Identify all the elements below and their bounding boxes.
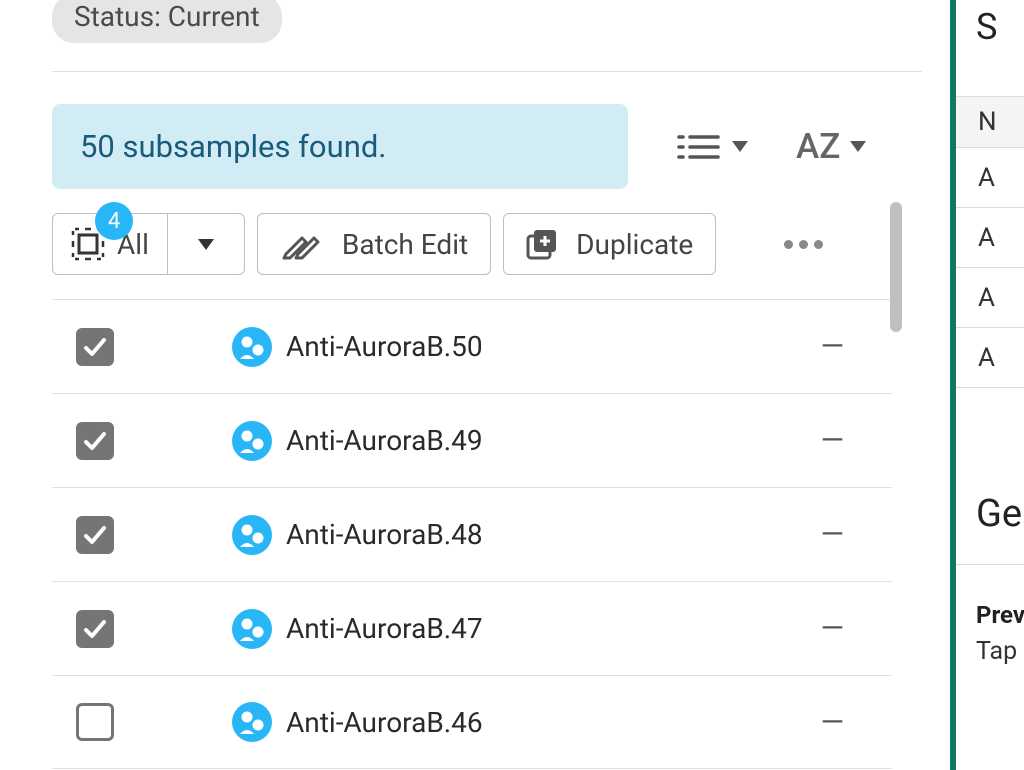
chevron-down-icon <box>198 239 214 250</box>
row-checkbox[interactable] <box>76 703 114 741</box>
item-name: Anti-AuroraB.50 <box>286 330 483 363</box>
dot-icon <box>799 240 808 249</box>
duplicate-button[interactable]: Duplicate <box>503 213 716 275</box>
side-section-title: Ge <box>956 492 1024 536</box>
check-icon <box>82 334 108 360</box>
more-actions-button[interactable] <box>784 240 823 249</box>
selection-count-badge: 4 <box>95 202 133 240</box>
list-item[interactable]: Anti-AuroraB.47 — <box>52 581 892 675</box>
results-banner: 50 subsamples found. <box>52 104 628 189</box>
side-heading: S <box>956 0 1024 48</box>
side-tap-text: Tap <box>956 637 1024 666</box>
side-table-header: N <box>956 96 1024 148</box>
check-icon <box>82 428 108 454</box>
list-item[interactable]: Anti-AuroraB.49 — <box>52 393 892 487</box>
sort-label: AZ <box>796 126 840 167</box>
side-table-row[interactable]: A <box>956 208 1024 268</box>
row-checkbox[interactable] <box>76 516 114 554</box>
duplicate-label: Duplicate <box>576 228 693 261</box>
toolbar: 4 <box>52 213 920 275</box>
list-item[interactable]: Anti-AuroraB.50 — <box>52 299 892 393</box>
side-table-row[interactable]: A <box>956 268 1024 328</box>
scrollbar-thumb[interactable] <box>890 202 902 332</box>
subsample-icon <box>232 609 272 649</box>
list-item[interactable]: Anti-AuroraB.48 — <box>52 487 892 581</box>
item-value: — <box>821 611 844 646</box>
scrollbar[interactable] <box>890 202 902 762</box>
chevron-down-icon <box>732 141 748 152</box>
side-table: N AAAA <box>956 96 1024 388</box>
divider <box>956 564 1024 565</box>
side-prev-label: Prev <box>956 601 1024 629</box>
item-value: — <box>821 329 844 364</box>
batch-edit-button[interactable]: Batch Edit <box>257 213 491 275</box>
chevron-down-icon <box>850 141 866 152</box>
item-name: Anti-AuroraB.46 <box>286 706 483 739</box>
row-checkbox[interactable] <box>76 610 114 648</box>
item-value: — <box>821 423 844 458</box>
view-mode-button[interactable] <box>676 131 748 163</box>
sort-button[interactable]: AZ <box>796 126 866 167</box>
subsample-icon <box>232 421 272 461</box>
item-value: — <box>821 705 844 740</box>
row-checkbox[interactable] <box>76 328 114 366</box>
row-checkbox[interactable] <box>76 422 114 460</box>
subsample-icon <box>232 702 272 742</box>
divider <box>52 71 922 72</box>
side-table-row[interactable]: A <box>956 328 1024 388</box>
select-dropdown-button[interactable] <box>168 214 244 274</box>
item-name: Anti-AuroraB.49 <box>286 424 483 457</box>
check-icon <box>82 616 108 642</box>
list-view-icon <box>676 131 722 163</box>
dot-icon <box>784 240 793 249</box>
dot-icon <box>814 240 823 249</box>
list-item[interactable]: Anti-AuroraB.46 — <box>52 675 892 769</box>
subsample-list: Anti-AuroraB.50—Anti-AuroraB.49—Anti-Aur… <box>52 299 892 769</box>
item-value: — <box>821 517 844 552</box>
item-name: Anti-AuroraB.47 <box>286 612 483 645</box>
check-icon <box>82 522 108 548</box>
item-name: Anti-AuroraB.48 <box>286 518 483 551</box>
side-table-row[interactable]: A <box>956 148 1024 208</box>
batch-edit-icon <box>280 228 324 260</box>
side-panel: S N AAAA Ge Prev Tap <box>956 0 1024 770</box>
subsample-icon <box>232 327 272 367</box>
duplicate-icon <box>526 228 558 260</box>
status-chip: Status: Current <box>52 0 282 43</box>
subsample-icon <box>232 515 272 555</box>
batch-edit-label: Batch Edit <box>342 228 468 261</box>
